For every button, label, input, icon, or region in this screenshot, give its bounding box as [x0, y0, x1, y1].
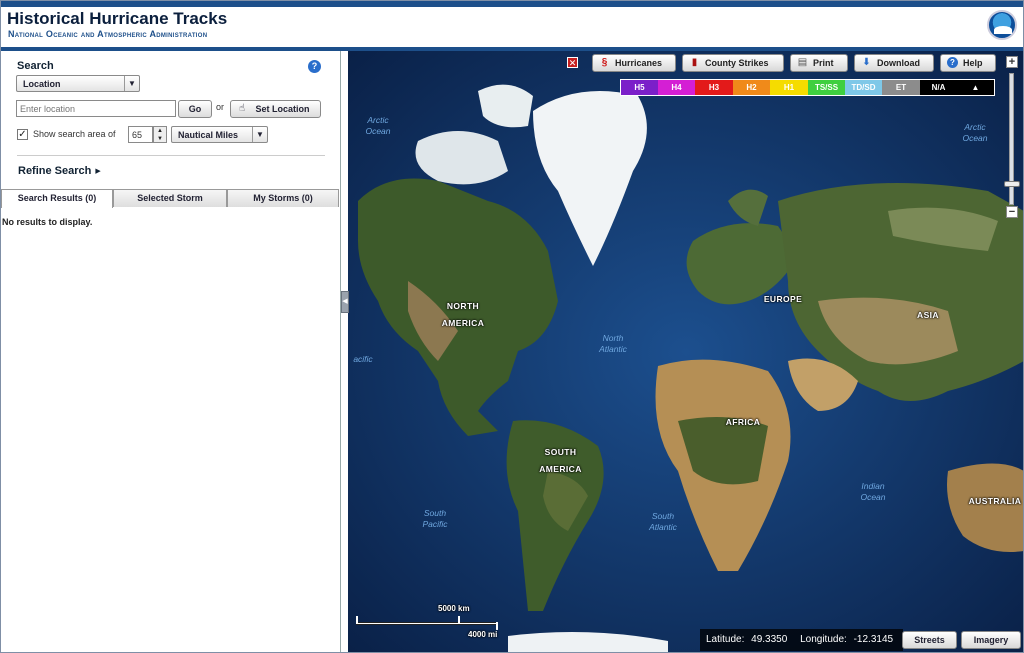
show-area-label: Show search area of [33, 129, 116, 139]
legend-collapse-icon[interactable]: ▲ [957, 80, 994, 95]
tab-my-storms[interactable]: My Storms (0) [227, 189, 339, 207]
pointer-hand-icon: ☝ [239, 103, 246, 114]
latitude-value: 49.3350 [751, 634, 788, 645]
county-icon: ▮ [691, 57, 698, 68]
help-icon: ? [947, 57, 958, 68]
legend-na[interactable]: N/A [920, 80, 957, 95]
collapse-sidebar-handle[interactable]: ◀ [341, 291, 349, 313]
divider [17, 155, 325, 156]
ocean-label: Arctic Ocean [962, 122, 988, 143]
download-icon: ⬇ [862, 57, 871, 68]
legend-et[interactable]: ET [882, 80, 920, 95]
chevron-right-icon: ▶ [95, 168, 101, 175]
unit-value: Nautical Miles [178, 130, 239, 140]
legend-ts-ss[interactable]: TS/SS [808, 80, 845, 95]
legend-h3[interactable]: H3 [695, 80, 733, 95]
search-title: Search [17, 60, 54, 72]
question-icon[interactable]: ? [308, 60, 321, 73]
download-label: Download [877, 58, 920, 68]
coordinate-readout: Latitude: 49.3350 Longitude: -12.3145 [700, 629, 904, 651]
ocean-label: South Pacific [422, 508, 448, 529]
help-button[interactable]: ? Help [940, 54, 996, 72]
print-label: Print [813, 58, 834, 68]
streets-button[interactable]: Streets [902, 631, 957, 649]
refine-search-label: Refine Search [18, 165, 92, 177]
hurricanes-button[interactable]: § Hurricanes [592, 54, 676, 72]
continent-label-line: NORTH AMERICA [441, 301, 485, 328]
location-input[interactable] [16, 100, 176, 117]
app-subtitle: National Oceanic and Atmospheric Adminis… [8, 29, 208, 39]
app-title: Historical Hurricane Tracks [7, 9, 228, 28]
category-legend: H5 H4 H3 H2 H1 TS/SS TD/SD ET N/A ▲ [620, 79, 995, 96]
step-down-icon[interactable]: ▼ [154, 135, 166, 143]
map-view[interactable]: NORTH AMERICA EUROPE ASIA AFRICA SOUTH A… [348, 51, 1023, 652]
area-stepper[interactable]: ▲ ▼ [153, 126, 167, 143]
print-button[interactable]: ▤ Print [790, 54, 848, 72]
longitude-label: Longitude: [800, 634, 847, 645]
scale-tick [496, 622, 498, 630]
satellite-imagery [348, 51, 1023, 652]
tab-selected-storm[interactable]: Selected Storm [113, 189, 227, 207]
area-value-input[interactable]: 65 [128, 126, 153, 143]
help-label: Help [963, 58, 983, 68]
legend-h5[interactable]: H5 [621, 80, 658, 95]
legend-h1[interactable]: H1 [770, 80, 808, 95]
ocean-label: acific [353, 354, 373, 364]
imagery-button[interactable]: Imagery [961, 631, 1021, 649]
close-icon[interactable]: ✕ [567, 57, 578, 68]
continent-label: SOUTH AMERICA [539, 447, 582, 474]
noaa-logo-icon[interactable] [987, 10, 1017, 40]
zoom-out-button[interactable]: − [1006, 206, 1018, 218]
continent-label: EUROPE [763, 294, 803, 304]
scale-mi-label: 4000 mi [468, 630, 498, 639]
go-button[interactable]: Go [178, 100, 212, 118]
continent-label: AUSTRALIA [968, 496, 1022, 506]
no-results-message: No results to display. [2, 217, 93, 227]
set-location-button[interactable]: ☝ Set Location [230, 100, 321, 118]
county-strikes-label: County Strikes [705, 58, 769, 68]
zoom-slider-thumb[interactable] [1004, 181, 1020, 187]
refine-search-toggle[interactable]: Refine Search ▶ [18, 165, 101, 177]
search-type-value: Location [23, 79, 61, 89]
ocean-label: Arctic Ocean [365, 115, 391, 136]
latitude-label: Latitude: [706, 634, 745, 645]
legend-h4[interactable]: H4 [658, 80, 695, 95]
hurricane-icon: § [601, 57, 608, 68]
continent-label: AFRICA [725, 417, 761, 427]
download-button[interactable]: ⬇ Download [854, 54, 934, 72]
scale-line [356, 622, 498, 625]
continent-label: ASIA [917, 310, 939, 320]
scale-tick [458, 616, 460, 624]
show-area-checkbox[interactable]: ✓ [17, 129, 28, 140]
zoom-control: + − [1002, 53, 1022, 221]
scale-km-label: 5000 km [438, 604, 470, 613]
results-tabs: Search Results (0) Selected Storm My Sto… [1, 189, 339, 208]
scale-tick [356, 616, 358, 624]
ocean-label: South Atlantic [649, 511, 677, 532]
sidebar: Search ? Location ▼ Go or ☝ Set Location… [1, 51, 341, 652]
header: Historical Hurricane Tracks National Oce… [1, 1, 1023, 51]
step-up-icon[interactable]: ▲ [154, 127, 166, 135]
chevron-down-icon: ▼ [252, 127, 267, 142]
or-label: or [216, 102, 225, 112]
ocean-label: North Atlantic [599, 333, 627, 354]
tab-search-results[interactable]: Search Results (0) [1, 189, 113, 208]
continent-label: NORTH AMERICA [423, 298, 503, 332]
zoom-in-button[interactable]: + [1006, 56, 1018, 68]
search-type-select[interactable]: Location ▼ [16, 75, 140, 92]
chevron-down-icon: ▼ [124, 76, 139, 91]
printer-icon: ▤ [797, 57, 808, 68]
ocean-label: Indian Ocean [860, 481, 886, 502]
set-location-label: Set Location [255, 104, 310, 114]
app-window: Historical Hurricane Tracks National Oce… [0, 0, 1024, 653]
unit-select[interactable]: Nautical Miles ▼ [171, 126, 268, 143]
legend-h2[interactable]: H2 [733, 80, 770, 95]
hurricanes-label: Hurricanes [615, 58, 663, 68]
county-strikes-button[interactable]: ▮ County Strikes [682, 54, 784, 72]
longitude-value: -12.3145 [853, 634, 894, 645]
legend-td-sd[interactable]: TD/SD [845, 80, 882, 95]
scale-bar: 5000 km 4000 mi [356, 604, 506, 644]
